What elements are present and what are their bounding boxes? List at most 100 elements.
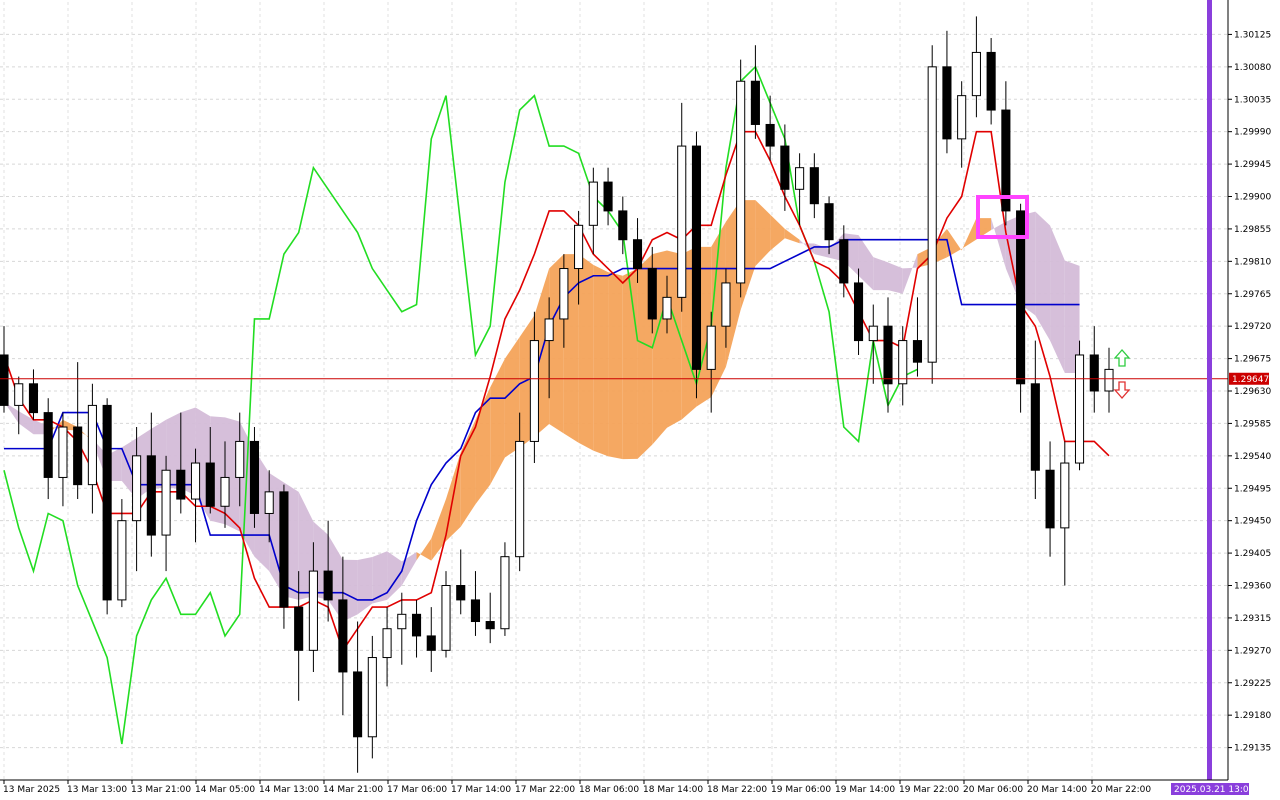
y-tick-label: 1.29225 [1234, 679, 1271, 689]
y-tick-label: 1.29270 [1234, 646, 1271, 656]
x-tick-label: 20 Mar 06:00 [963, 785, 1023, 795]
y-tick-label: 1.29360 [1234, 582, 1271, 592]
x-tick-label: 13 Mar 2025 [3, 785, 60, 795]
candle-body [1089, 354, 1099, 392]
x-tick-label: 19 Mar 06:00 [771, 785, 831, 795]
candle-body [618, 210, 628, 241]
candle-body [795, 167, 805, 190]
y-tick-label: 1.29990 [1234, 128, 1271, 138]
y-tick-label: 1.29765 [1234, 290, 1271, 300]
kumo-segment [622, 268, 638, 460]
y-tick-label: 1.29855 [1234, 225, 1271, 235]
x-tick-label: 14 Mar 21:00 [323, 785, 383, 795]
x-tick-label: 18 Mar 06:00 [579, 785, 639, 795]
time-marker-tag-text: 2025.03.21 13:00 [1174, 785, 1255, 795]
candle-body [515, 440, 525, 558]
candle-body [397, 613, 407, 630]
candle-body [574, 224, 584, 270]
candle-body [102, 404, 112, 601]
x-tick-label: 20 Mar 14:00 [1027, 785, 1087, 795]
candle-body [809, 167, 819, 205]
candle-body [58, 426, 68, 478]
candle-body [603, 181, 613, 212]
candle-body [677, 145, 687, 298]
y-tick-label: 1.29405 [1234, 549, 1271, 559]
y-tick-label: 1.29585 [1234, 419, 1271, 429]
candle-body [839, 239, 849, 284]
time-marker-line [1207, 0, 1212, 780]
candle-body [205, 462, 215, 507]
candle-body [647, 268, 657, 320]
x-tick-label: 14 Mar 13:00 [259, 785, 319, 795]
candle-body [529, 340, 539, 442]
candle-body [43, 412, 53, 478]
x-tick-label: 18 Mar 22:00 [707, 785, 767, 795]
candle-body [87, 404, 97, 486]
candle-body [279, 491, 289, 608]
candle-body [780, 145, 790, 190]
candle-body [765, 123, 775, 147]
candle-body [382, 628, 392, 659]
candle-body [485, 621, 495, 630]
kumo-segment [593, 264, 609, 457]
x-tick-label: 13 Mar 13:00 [67, 785, 127, 795]
candle-body [190, 462, 201, 500]
x-tick-label: 17 Mar 22:00 [515, 785, 575, 795]
candle-body [971, 51, 981, 97]
candle-body [176, 469, 186, 500]
kumo-segment [873, 257, 888, 291]
candle-body [294, 606, 304, 651]
candle-body [132, 455, 142, 522]
candle-body [264, 491, 274, 514]
x-tick-label: 17 Mar 14:00 [451, 785, 511, 795]
candle-body [426, 635, 436, 651]
y-tick-label: 1.30080 [1234, 63, 1271, 73]
candle-body [691, 145, 702, 370]
candle-body [1074, 354, 1085, 464]
candle-body [470, 599, 481, 623]
candle-body [912, 340, 923, 363]
candle-body [28, 383, 39, 414]
candle-body [308, 570, 318, 651]
candle-body [73, 426, 83, 486]
ichimoku-chart: 1.29647 2025.03.21 13:00 1.30125 1.30080 1.… [0, 0, 1280, 800]
kumo-segment [578, 254, 594, 451]
candle-body [662, 296, 672, 320]
candle-body [736, 80, 746, 284]
candle-body [117, 520, 127, 601]
candle-body [1060, 462, 1070, 529]
y-tick-label: 1.29630 [1234, 387, 1271, 397]
candle-body [323, 570, 333, 601]
x-tick-label: 19 Mar 14:00 [835, 785, 895, 795]
candle-body [441, 585, 451, 651]
x-tick-label: 13 Mar 21:00 [131, 785, 191, 795]
y-tick-label: 1.30035 [1234, 95, 1271, 105]
candle-body [868, 325, 878, 342]
candle-body [721, 282, 731, 327]
candle-body [559, 268, 569, 320]
current-price-tag-text: 1.29647 [1232, 375, 1269, 385]
x-tick-label: 20 Mar 22:00 [1091, 785, 1151, 795]
candle-body [632, 239, 643, 270]
candle-body [750, 80, 760, 125]
candle-body [1104, 368, 1114, 392]
candle-body [853, 282, 864, 342]
candle-body [411, 613, 422, 637]
candle-body [220, 476, 230, 507]
kumo-segment [608, 272, 623, 460]
candle-body [338, 599, 348, 673]
y-tick-label: 1.29540 [1234, 452, 1271, 462]
candle-body [706, 325, 716, 370]
candle-body [883, 325, 893, 385]
candle-body [1045, 469, 1055, 529]
y-tick-label: 1.30125 [1234, 30, 1271, 40]
x-tick-label: 18 Mar 14:00 [643, 785, 703, 795]
candle-body [456, 585, 466, 601]
candle-body [824, 203, 834, 241]
y-tick-label: 1.29450 [1234, 517, 1271, 527]
x-tick-label: 17 Mar 06:00 [387, 785, 447, 795]
candle-body [235, 440, 245, 478]
y-tick-label: 1.29180 [1234, 711, 1271, 721]
y-tick-label: 1.29810 [1234, 257, 1271, 267]
y-tick-label: 1.29135 [1234, 744, 1271, 754]
